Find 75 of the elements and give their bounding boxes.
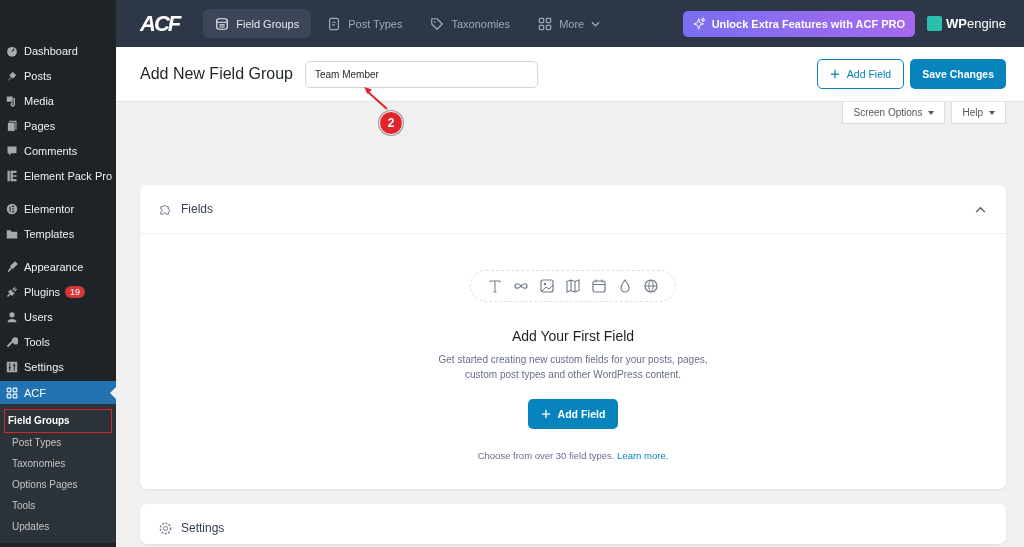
upgrade-button[interactable]: Unlock Extra Features with ACF PRO (682, 10, 915, 37)
submenu-item[interactable]: Updates (4, 516, 112, 537)
dropdown-tab[interactable]: Screen Options (842, 102, 946, 124)
document-icon (327, 16, 342, 31)
add-field-button[interactable]: Add Field (816, 59, 905, 89)
sidebar-item[interactable]: Elementor (0, 196, 116, 221)
sidebar-item[interactable]: Templates (0, 221, 116, 246)
submenu-item[interactable]: Field Groups (4, 409, 112, 433)
text-icon (487, 278, 503, 294)
wrench-icon (6, 335, 18, 348)
panel-title: Fields (181, 202, 213, 216)
sidebar-item[interactable]: Pages (0, 113, 116, 138)
title-field[interactable]: Team Member (304, 60, 538, 88)
nav-tab[interactable]: Taxonomies (418, 9, 523, 38)
pages-icon (6, 119, 18, 132)
learn-more-link[interactable]: Learn more. (617, 450, 669, 461)
submenu-item[interactable]: Tools (4, 495, 112, 516)
plug-icon (6, 285, 18, 298)
sidebar-item[interactable]: Dashboard (0, 38, 116, 63)
nav-tab[interactable]: Field Groups (203, 9, 312, 38)
submenu-item[interactable]: Options Pages (4, 474, 112, 495)
sidebar-item[interactable]: Users (0, 304, 116, 329)
gauge-icon (6, 44, 18, 57)
count-badge: 19 (65, 285, 86, 298)
square-logo-icon (927, 16, 942, 31)
media-icon (6, 94, 18, 107)
nav-tab[interactable]: More (526, 9, 613, 38)
letter-e-icon (6, 169, 18, 182)
image-icon (539, 278, 555, 294)
panel-title: Settings (181, 521, 225, 535)
add-field-button[interactable]: Add Field (527, 399, 619, 429)
tag-icon (430, 16, 445, 31)
gear-icon (158, 520, 173, 536)
triangle-icon (989, 110, 995, 115)
triangle-icon (928, 110, 935, 115)
globe-icon (643, 278, 659, 294)
person-icon (6, 310, 18, 323)
save-button[interactable]: Save Changes (910, 59, 1006, 89)
field-types-note: Choose from over 30 field types. (477, 450, 615, 461)
step-marker: 2 (379, 111, 403, 135)
submenu-item[interactable]: Taxonomies (4, 453, 112, 474)
sidebar-item[interactable]: Comments (0, 138, 116, 163)
sidebar-item[interactable]: Settings (0, 354, 116, 379)
map-icon (565, 278, 581, 294)
submenu-item[interactable]: Post Types (4, 432, 112, 453)
brush-icon (6, 260, 18, 273)
sidebar-item[interactable]: Element Pack Pro (0, 163, 116, 188)
plus-icon (829, 69, 840, 79)
sliders-icon (6, 360, 18, 373)
page-title: Add New Field Group (140, 65, 293, 83)
speech-bubble-icon (6, 144, 18, 157)
sidebar-item[interactable]: Appearance (0, 254, 116, 279)
sidebar-item[interactable]: ACF (0, 381, 116, 404)
empty-state-title: Add Your First Field (511, 328, 635, 344)
annotation-arrow (363, 85, 389, 111)
partner-logo: WPengine (946, 16, 1006, 31)
sidebar-item[interactable]: Tools (0, 329, 116, 354)
folder-icon (6, 227, 18, 240)
circle-e-icon (6, 202, 18, 215)
plus-icon (540, 409, 551, 419)
acf-logo: ACF (140, 10, 180, 37)
grid-icon (6, 386, 18, 399)
sidebar-item[interactable]: Posts (0, 63, 116, 88)
grid-icon (538, 16, 553, 31)
chevron-up-icon[interactable] (975, 205, 986, 213)
list-icon (215, 16, 230, 31)
sparkle-icon (692, 17, 706, 30)
sidebar-item[interactable]: Media (0, 88, 116, 113)
pin-icon (6, 69, 18, 82)
calendar-icon (591, 278, 607, 294)
dropdown-tab[interactable]: Help (951, 102, 1006, 124)
sidebar-item[interactable]: Plugins 19 (0, 279, 116, 304)
drop-icon (617, 278, 633, 294)
nav-tab[interactable]: Post Types (315, 9, 415, 38)
empty-state-description: Get started creating new custom fields for your posts, pages, custom post types and other WordPress content. (438, 353, 708, 382)
